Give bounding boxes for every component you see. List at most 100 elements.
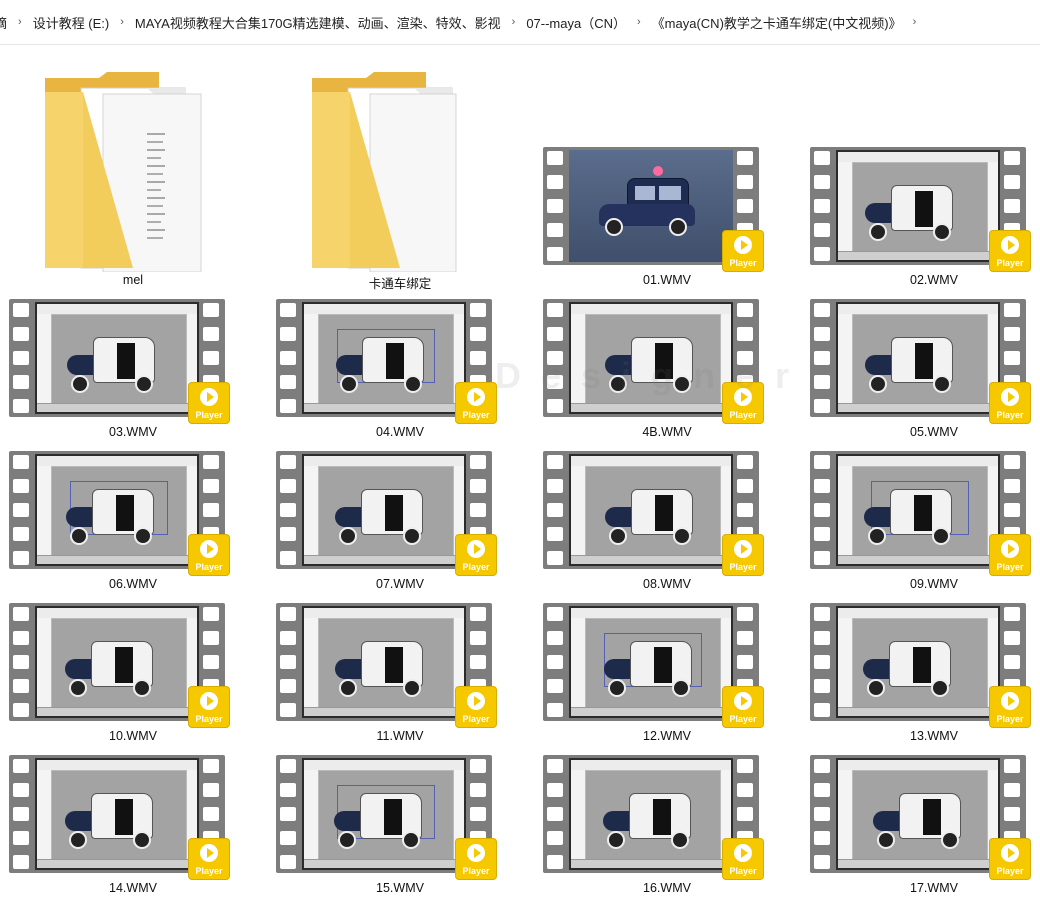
chevron-right-icon[interactable]: › bbox=[505, 16, 523, 28]
video-file-name[interactable]: 05.WMV bbox=[801, 425, 1040, 439]
player-badge-label: Player bbox=[462, 562, 490, 572]
chevron-right-icon[interactable]: › bbox=[113, 16, 131, 28]
video-file-item[interactable]: Player 15.WMV bbox=[267, 752, 533, 904]
breadcrumb-item[interactable]: MAYA视频教程大合集170G精选建模、动画、渲染、特效、影视 bbox=[131, 13, 505, 32]
video-file-name[interactable]: 17.WMV bbox=[801, 881, 1040, 895]
video-file-item[interactable]: Player 09.WMV bbox=[801, 448, 1040, 600]
breadcrumb-item[interactable]: 设计教程 (E:) bbox=[29, 13, 114, 32]
video-file-item[interactable]: Player 4B.WMV bbox=[534, 296, 800, 448]
folder-item[interactable]: mel bbox=[0, 44, 266, 287]
player-badge: Player bbox=[456, 383, 496, 423]
video-file-name[interactable]: 12.WMV bbox=[534, 729, 800, 743]
video-file-name[interactable]: 15.WMV bbox=[267, 881, 533, 895]
player-badge: Player bbox=[456, 839, 496, 879]
chevron-right-icon[interactable]: › bbox=[906, 16, 924, 28]
play-icon bbox=[200, 540, 218, 558]
video-file-name[interactable]: 11.WMV bbox=[267, 729, 533, 743]
video-file-name[interactable]: 09.WMV bbox=[801, 577, 1040, 591]
film-strip-icon bbox=[547, 303, 565, 413]
video-thumbnail: Player bbox=[810, 147, 1030, 271]
video-file-item[interactable]: Player 10.WMV bbox=[0, 600, 266, 752]
breadcrumb-item[interactable]: 《maya(CN)教学之卡通车绑定(中文视频)》 bbox=[648, 13, 906, 32]
video-file-item[interactable]: Player 02.WMV bbox=[801, 44, 1040, 287]
video-file-name[interactable]: 04.WMV bbox=[267, 425, 533, 439]
player-badge-label: Player bbox=[996, 866, 1024, 876]
video-thumbnail: Player bbox=[9, 451, 229, 575]
video-preview bbox=[569, 302, 733, 414]
video-file-name[interactable]: 14.WMV bbox=[0, 881, 266, 895]
play-icon bbox=[1001, 388, 1019, 406]
video-preview bbox=[836, 302, 1000, 414]
video-file-item[interactable]: Player 17.WMV bbox=[801, 752, 1040, 904]
player-badge-label: Player bbox=[729, 714, 757, 724]
folder-name[interactable]: mel bbox=[0, 273, 266, 287]
breadcrumb-item[interactable]: 07--maya（CN） bbox=[522, 13, 630, 32]
video-file-item[interactable]: Player 16.WMV bbox=[534, 752, 800, 904]
chevron-right-icon[interactable]: › bbox=[11, 16, 29, 28]
film-strip-icon bbox=[13, 607, 31, 717]
player-badge: Player bbox=[189, 383, 229, 423]
video-file-item[interactable]: Player 04.WMV bbox=[267, 296, 533, 448]
video-file-name[interactable]: 07.WMV bbox=[267, 577, 533, 591]
video-file-name[interactable]: 10.WMV bbox=[0, 729, 266, 743]
video-thumbnail: Player bbox=[276, 451, 496, 575]
film-strip-icon bbox=[280, 607, 298, 717]
video-file-name[interactable]: 08.WMV bbox=[534, 577, 800, 591]
player-badge: Player bbox=[723, 383, 763, 423]
video-file-item[interactable]: Player 06.WMV bbox=[0, 448, 266, 600]
player-badge-label: Player bbox=[462, 866, 490, 876]
breadcrumb: 摘 › 设计教程 (E:) › MAYA视频教程大合集170G精选建模、动画、渲… bbox=[0, 0, 1040, 45]
player-badge-label: Player bbox=[195, 410, 223, 420]
play-icon bbox=[734, 692, 752, 710]
video-file-item[interactable]: Player 13.WMV bbox=[801, 600, 1040, 752]
video-preview bbox=[302, 606, 466, 718]
play-icon bbox=[1001, 540, 1019, 558]
video-file-item[interactable]: Player 01.WMV bbox=[534, 44, 800, 287]
video-file-name[interactable]: 06.WMV bbox=[0, 577, 266, 591]
video-file-item[interactable]: Player 11.WMV bbox=[267, 600, 533, 752]
video-preview bbox=[836, 606, 1000, 718]
video-preview bbox=[35, 302, 199, 414]
player-badge-label: Player bbox=[462, 410, 490, 420]
player-badge: Player bbox=[189, 535, 229, 575]
video-file-item[interactable]: Player 12.WMV bbox=[534, 600, 800, 752]
video-file-name[interactable]: 01.WMV bbox=[534, 273, 800, 287]
video-file-item[interactable]: Player 05.WMV bbox=[801, 296, 1040, 448]
video-file-name[interactable]: 02.WMV bbox=[801, 273, 1040, 287]
video-thumbnail: Player bbox=[810, 603, 1030, 727]
video-file-name[interactable]: 03.WMV bbox=[0, 425, 266, 439]
play-icon bbox=[467, 388, 485, 406]
video-preview bbox=[569, 606, 733, 718]
video-thumbnail: Player bbox=[543, 603, 763, 727]
film-strip-icon bbox=[547, 151, 565, 261]
film-strip-icon bbox=[13, 303, 31, 413]
player-badge: Player bbox=[990, 383, 1030, 423]
film-strip-icon bbox=[280, 303, 298, 413]
video-file-item[interactable]: Player 07.WMV bbox=[267, 448, 533, 600]
video-preview bbox=[302, 302, 466, 414]
play-icon bbox=[1001, 236, 1019, 254]
folder-item[interactable]: 卡通车绑定 bbox=[267, 44, 533, 291]
player-badge-label: Player bbox=[729, 866, 757, 876]
film-strip-icon bbox=[547, 759, 565, 869]
video-file-item[interactable]: Player 03.WMV bbox=[0, 296, 266, 448]
video-preview bbox=[836, 758, 1000, 870]
video-preview bbox=[302, 454, 466, 566]
play-icon bbox=[467, 844, 485, 862]
video-preview bbox=[569, 454, 733, 566]
video-file-name[interactable]: 16.WMV bbox=[534, 881, 800, 895]
film-strip-icon bbox=[547, 455, 565, 565]
chevron-right-icon[interactable]: › bbox=[630, 16, 648, 28]
player-badge: Player bbox=[990, 231, 1030, 271]
video-file-item[interactable]: Player 08.WMV bbox=[534, 448, 800, 600]
folder-name[interactable]: 卡通车绑定 bbox=[267, 273, 533, 292]
play-icon bbox=[1001, 844, 1019, 862]
video-file-name[interactable]: 13.WMV bbox=[801, 729, 1040, 743]
video-thumbnail: Player bbox=[276, 299, 496, 423]
video-preview bbox=[569, 150, 733, 262]
video-file-name[interactable]: 4B.WMV bbox=[534, 425, 800, 439]
video-thumbnail: Player bbox=[543, 755, 763, 879]
video-preview bbox=[569, 758, 733, 870]
video-file-item[interactable]: Player 14.WMV bbox=[0, 752, 266, 904]
breadcrumb-item[interactable]: 摘 bbox=[0, 13, 11, 32]
